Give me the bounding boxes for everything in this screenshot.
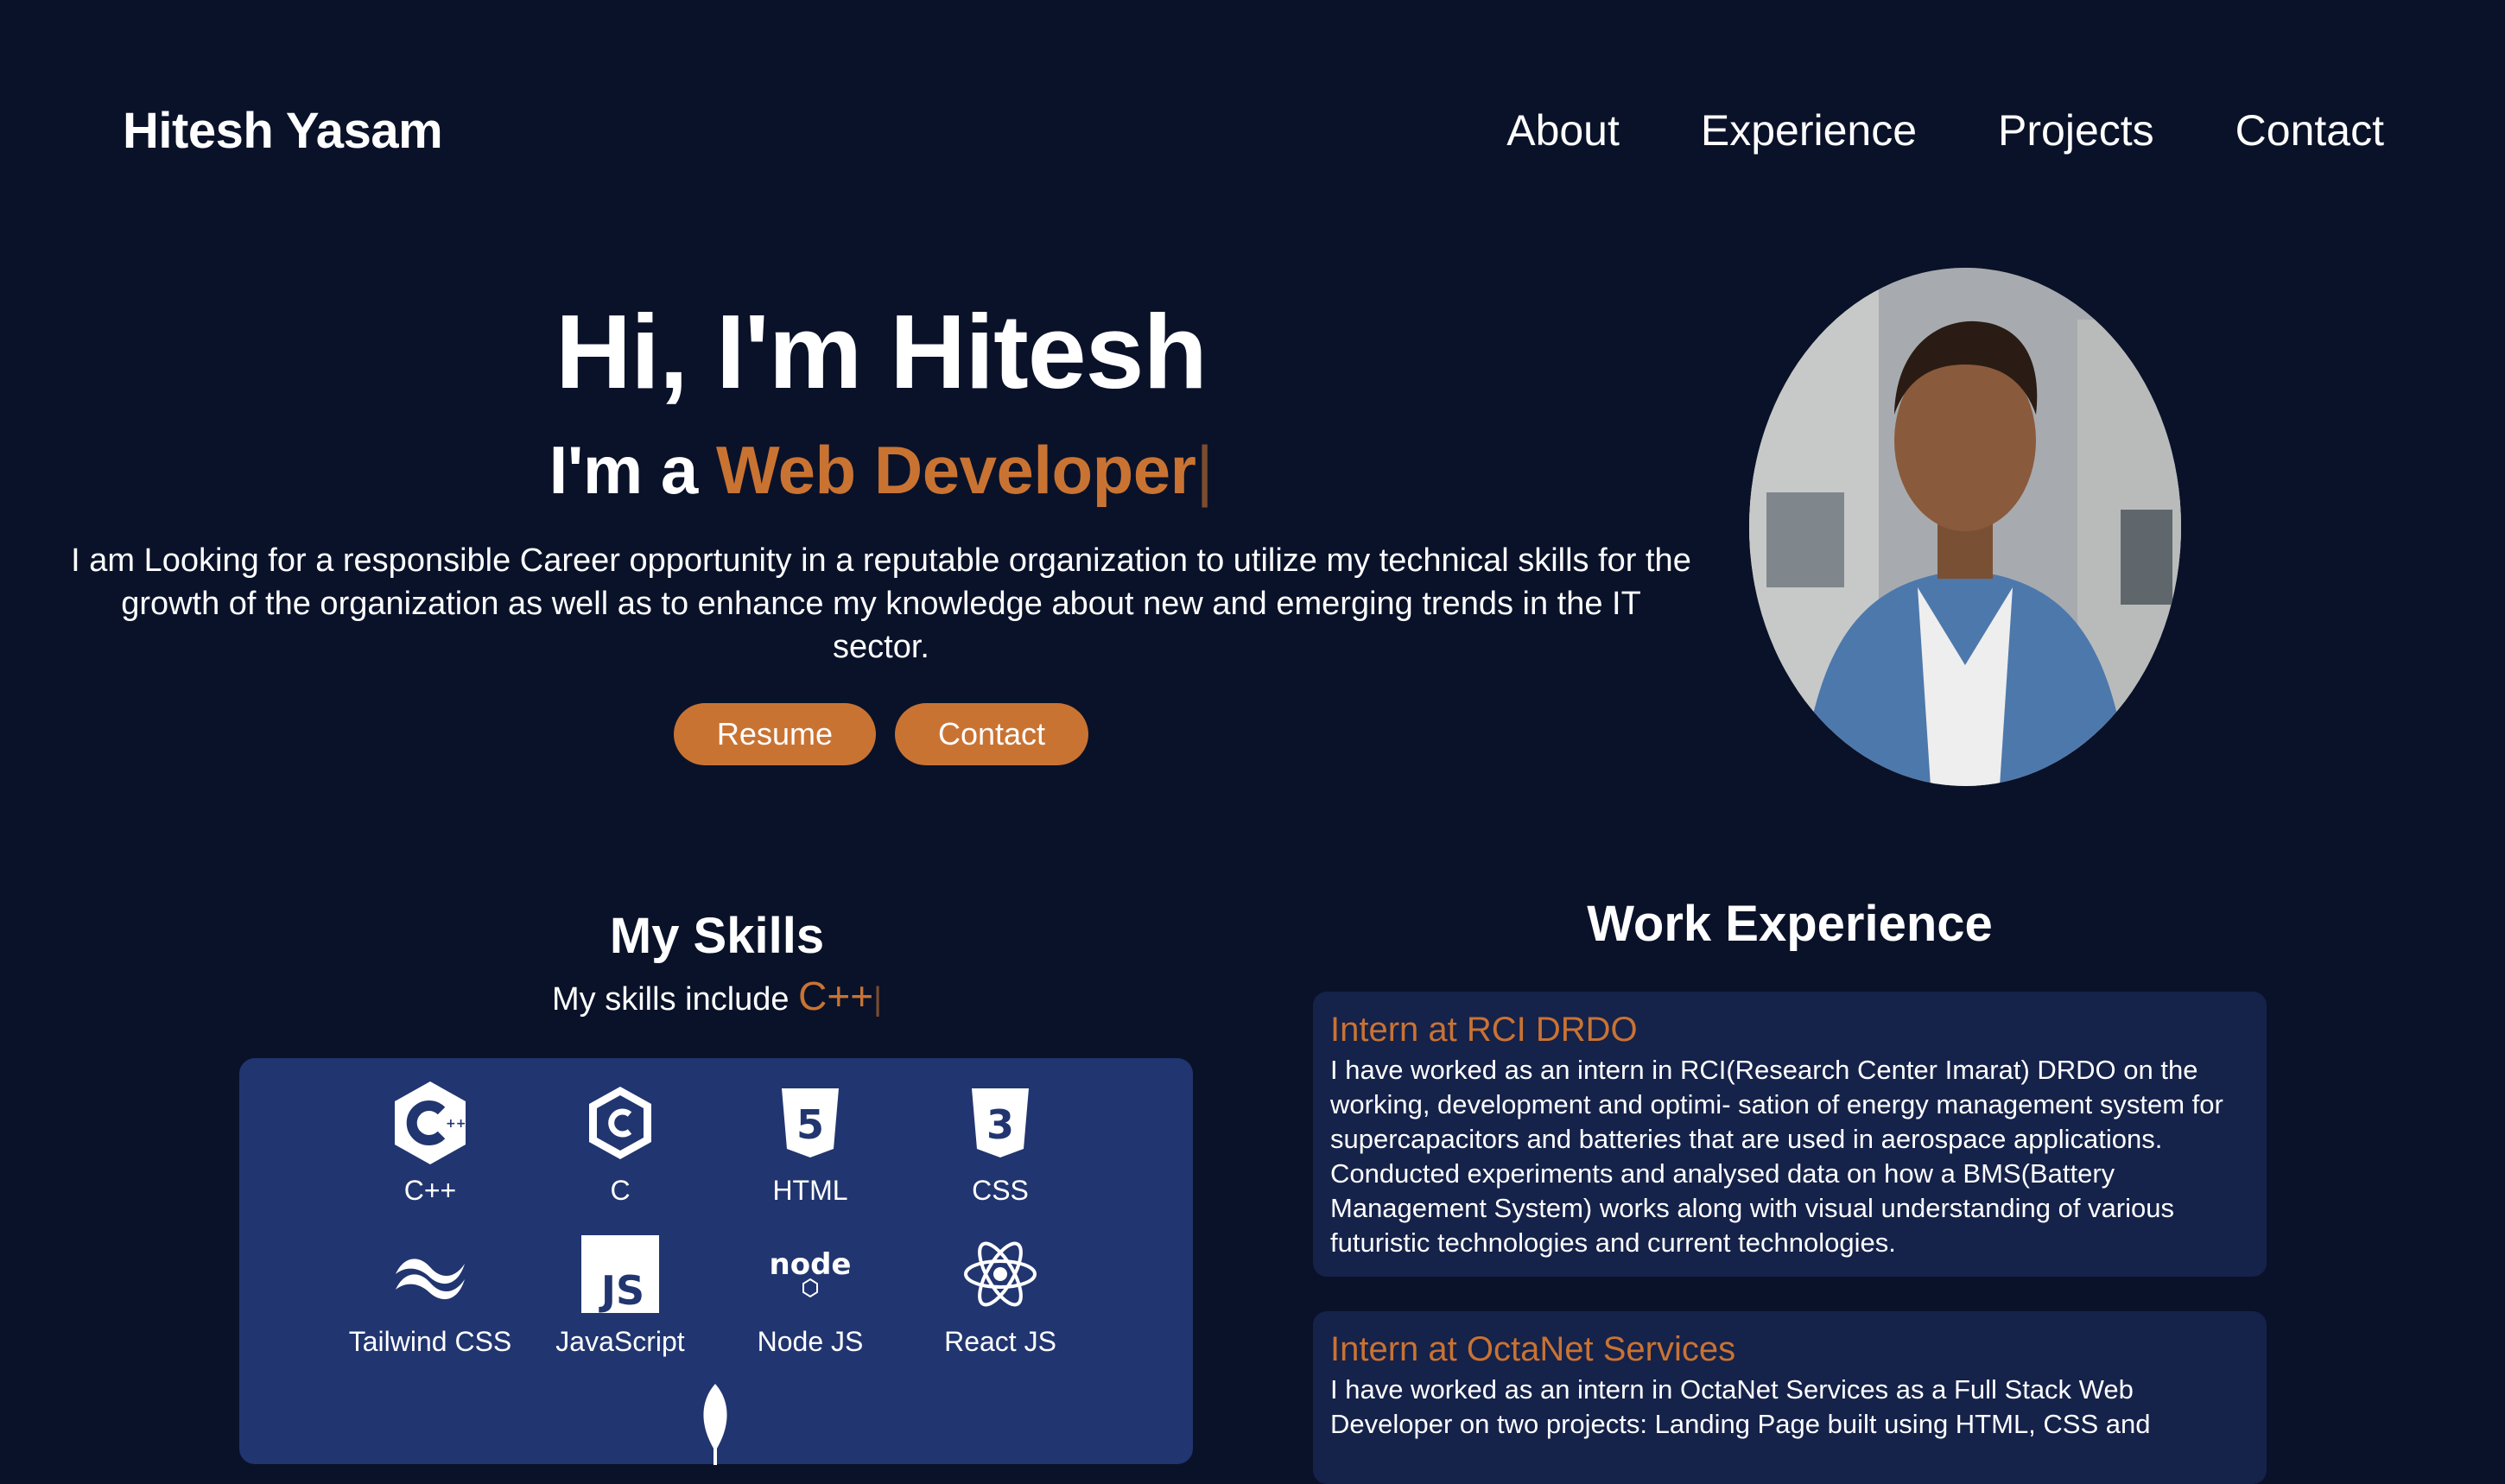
svg-text:JS: JS <box>599 1267 644 1313</box>
experience-card-title: Intern at RCI DRDO <box>1330 1011 1638 1049</box>
hero-description: I am Looking for a responsible Career op… <box>71 542 1691 665</box>
skill-css: 3 CSS <box>914 1080 1087 1207</box>
experience-title: Work Experience <box>1587 896 1993 952</box>
hero-title: Hi, I'm Hitesh <box>555 293 1208 410</box>
svg-text:5: 5 <box>796 1101 824 1148</box>
contact-button[interactable]: Contact <box>894 702 1089 765</box>
experience-card: Intern at OctaNet Services I have worked… <box>1313 1311 2267 1484</box>
nav-experience-link[interactable]: Experience <box>1701 105 1917 155</box>
skills-panel: ++ C++ C 5 HTML 3 CSS Tailwind CSS JS Ja… <box>239 1058 1193 1465</box>
skill-label: C++ <box>403 1175 457 1206</box>
profile-photo <box>1749 268 2181 786</box>
experience-card-description: I have worked as an intern in RCI(Resear… <box>1330 1055 2223 1258</box>
cpp-icon: ++ <box>344 1080 517 1166</box>
svg-text:node: node <box>770 1248 852 1282</box>
nav-about-link[interactable]: About <box>1506 105 1620 155</box>
javascript-icon: JS <box>534 1231 707 1317</box>
mongodb-icon <box>629 1382 802 1468</box>
html5-icon: 5 <box>724 1080 897 1166</box>
hero-subtitle-prefix: I'm a <box>549 432 699 509</box>
skill-c: C <box>534 1080 707 1207</box>
skill-label: Node JS <box>757 1326 864 1357</box>
skills-typed-value: C++ <box>798 973 874 1018</box>
svg-text:3: 3 <box>986 1101 1014 1148</box>
resume-button[interactable]: Resume <box>673 702 876 765</box>
brand-logo[interactable]: Hitesh Yasam <box>123 102 443 160</box>
hero-section: Hi, I'm Hitesh I'm a Web Developer| I am… <box>69 294 1693 765</box>
skill-javascript: JS JavaScript <box>534 1231 707 1358</box>
skill-label: JavaScript <box>555 1326 685 1357</box>
nav-contact-link[interactable]: Contact <box>2235 105 2384 155</box>
skill-label: HTML <box>772 1175 848 1206</box>
skills-title: My Skills <box>609 908 825 964</box>
nav-menu: About Experience Projects Contact <box>1506 105 2384 155</box>
typing-cursor: | <box>1195 432 1214 509</box>
skill-label: CSS <box>972 1175 1029 1206</box>
skill-label: Tailwind CSS <box>348 1326 512 1357</box>
hero-typed-role: Web Developer <box>715 432 1196 509</box>
experience-card-description: I have worked as an intern in OctaNet Se… <box>1330 1374 2151 1439</box>
skill-mongodb <box>629 1382 802 1468</box>
skill-label: C <box>610 1175 631 1206</box>
skill-react: React JS <box>914 1231 1087 1358</box>
nav-projects-link[interactable]: Projects <box>1998 105 2154 155</box>
nodejs-icon: node <box>724 1231 897 1317</box>
c-icon <box>534 1080 707 1166</box>
svg-text:++: ++ <box>446 1117 466 1131</box>
skill-html: 5 HTML <box>724 1080 897 1207</box>
skills-subtitle: My skills include C++| <box>242 973 1192 1019</box>
experience-card-title: Intern at OctaNet Services <box>1330 1330 1736 1368</box>
css3-icon: 3 <box>914 1080 1087 1166</box>
skill-nodejs: node Node JS <box>724 1231 897 1358</box>
react-icon <box>914 1231 1087 1317</box>
skill-label: React JS <box>944 1326 1056 1357</box>
tailwind-icon <box>344 1231 517 1317</box>
skills-subtitle-prefix: My skills include <box>552 981 790 1018</box>
skills-typing-cursor: | <box>873 981 882 1018</box>
experience-card: Intern at RCI DRDO I have worked as an i… <box>1313 992 2267 1277</box>
skill-cpp: ++ C++ <box>344 1080 517 1207</box>
hero-buttons: Resume Contact <box>69 702 1693 765</box>
hero-subtitle: I'm a Web Developer| <box>69 432 1693 509</box>
skill-tailwind: Tailwind CSS <box>344 1231 517 1358</box>
